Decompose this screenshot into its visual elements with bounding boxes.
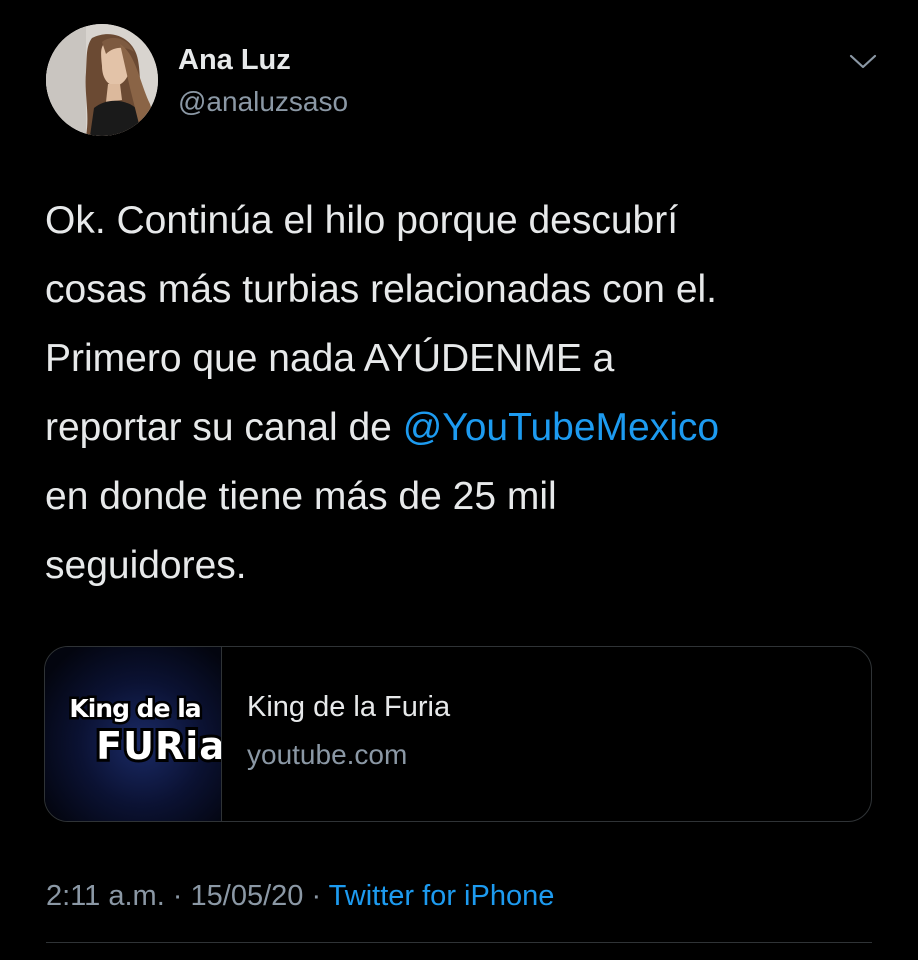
tweet-text: Ok. Continúa el hilo porque descubrí cos…	[45, 186, 885, 600]
logo-text-top: King de la	[69, 694, 200, 723]
tweet-date[interactable]: 15/05/20	[191, 880, 304, 912]
logo-text-bottom: FURia	[96, 724, 221, 768]
divider	[46, 942, 872, 943]
tweet-line-text: reportar su canal de	[45, 406, 403, 449]
tweet-line: Ok. Continúa el hilo porque descubrí	[45, 199, 679, 242]
avatar[interactable]	[46, 24, 158, 136]
tweet-line: Primero que nada AYÚDENME a	[45, 337, 615, 380]
link-preview-card[interactable]: King de la FURia King de la Furia youtub…	[44, 646, 872, 822]
tweet-line: en donde tiene más de 25 mil	[45, 475, 557, 518]
tweet-source-link[interactable]: Twitter for iPhone	[329, 880, 555, 912]
tweet-line: seguidores.	[45, 544, 247, 587]
card-title: King de la Furia	[247, 691, 451, 723]
user-handle[interactable]: @analuzsaso	[178, 86, 348, 118]
meta-separator: ·	[164, 880, 191, 912]
tweet-time[interactable]: 2:11 a.m.	[46, 880, 165, 912]
meta-separator: ·	[303, 880, 329, 912]
channel-logo: King de la FURia	[67, 692, 221, 772]
mention-link[interactable]: @YouTubeMexico	[403, 406, 719, 449]
tweet-line: cosas más turbias relacionadas con el.	[45, 268, 718, 311]
display-name[interactable]: Ana Luz	[178, 44, 291, 77]
tweet-line: reportar su canal de @YouTubeMexico	[45, 393, 885, 462]
card-thumbnail: King de la FURia	[45, 647, 222, 821]
chevron-down-icon[interactable]	[848, 52, 878, 72]
profile-photo-icon	[46, 24, 158, 136]
tweet-meta: 2:11 a.m. · 15/05/20 · Twitter for iPhon…	[46, 880, 554, 913]
card-domain: youtube.com	[247, 739, 408, 770]
